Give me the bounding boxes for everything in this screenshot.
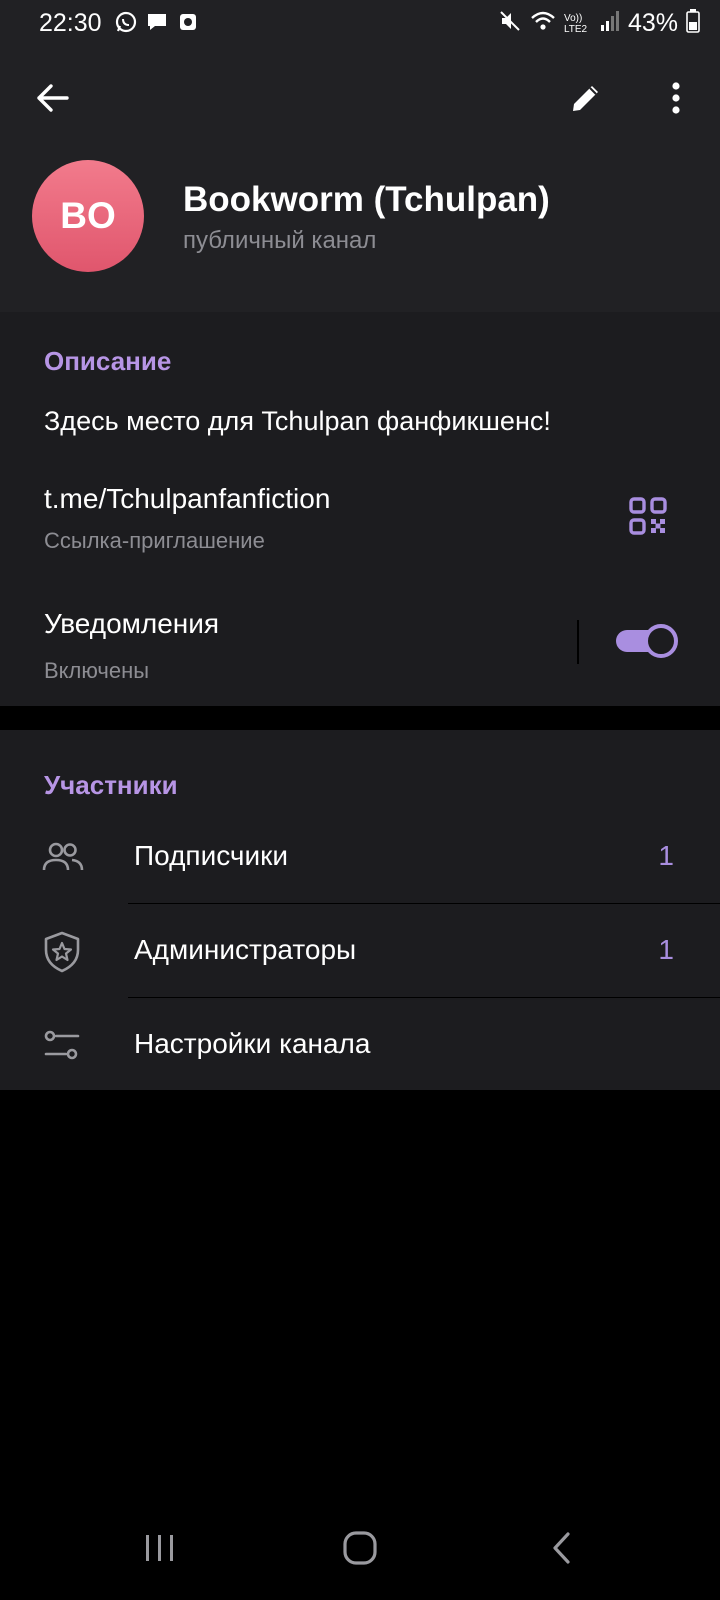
system-back-button[interactable] [532,1523,592,1573]
notifications-status: Включены [44,658,150,683]
status-bar: 22:30 Vo)) LTE2 43% [0,0,720,44]
channel-settings-row[interactable]: Настройки канала [0,998,720,1092]
more-vertical-icon [672,82,680,114]
signal-icon [600,10,620,37]
channel-description: Здесь место для Tchulpan фанфикшенс! [44,406,551,436]
battery-icon [686,9,700,38]
battery-percent: 43% [627,9,678,37]
channel-title: Bookworm (Tchulpan) [183,180,550,219]
more-options-button[interactable] [648,70,704,126]
administrators-count: 1 [658,934,674,965]
subscribers-label: Подписчики [134,840,289,871]
edit-pencil-icon [573,86,598,111]
qr-code-icon [629,497,667,535]
invite-link[interactable]: t.me/Tchulpanfanfiction [44,483,330,515]
toggle-knob [644,624,678,658]
channel-header: BO Bookworm (Tchulpan) публичный канал [0,44,720,312]
channel-subtitle: публичный канал [183,227,377,254]
camera-icon [177,11,199,33]
recent-apps-button[interactable] [130,1523,190,1573]
members-section-title: Участники [44,770,178,800]
status-right: Vo)) LTE2 43% [498,9,700,38]
chevron-left-icon [553,1532,570,1564]
system-nav-bar [0,1505,720,1600]
home-button[interactable] [330,1523,390,1573]
notifications-divider [577,620,579,664]
administrators-label: Администраторы [134,934,357,965]
subscribers-row[interactable]: Подписчики 1 [0,810,720,904]
qr-code-button[interactable] [628,496,672,540]
administrators-row[interactable]: Администраторы 1 [0,904,720,998]
status-time: 22:30 [39,9,102,37]
notifications-label[interactable]: Уведомления [44,608,219,640]
back-button[interactable] [24,70,80,126]
settings-sliders-icon [40,1024,84,1068]
recent-apps-icon [146,1535,173,1561]
invite-link-caption: Ссылка-приглашение [44,528,265,553]
info-card: Описание Здесь место для Tchulpan фанфик… [0,312,720,706]
shield-star-icon [40,930,84,974]
channel-avatar[interactable]: BO [32,160,144,272]
edit-button[interactable] [558,70,614,126]
message-icon [146,11,168,33]
home-icon [343,1531,377,1565]
mute-icon [498,9,522,38]
back-arrow-icon [37,84,69,112]
network-label: Vo)) LTE2 [563,12,588,35]
channel-settings-label: Настройки канала [134,1028,371,1059]
description-section-title: Описание [44,346,172,376]
subscribers-count: 1 [658,840,674,871]
whatsapp-icon [115,11,137,33]
wifi-icon [530,10,556,37]
notifications-toggle[interactable] [614,622,680,660]
notification-icons [115,11,199,33]
members-card: Участники Подписчики 1 Администраторы 1 … [0,730,720,1090]
people-icon [40,836,84,880]
